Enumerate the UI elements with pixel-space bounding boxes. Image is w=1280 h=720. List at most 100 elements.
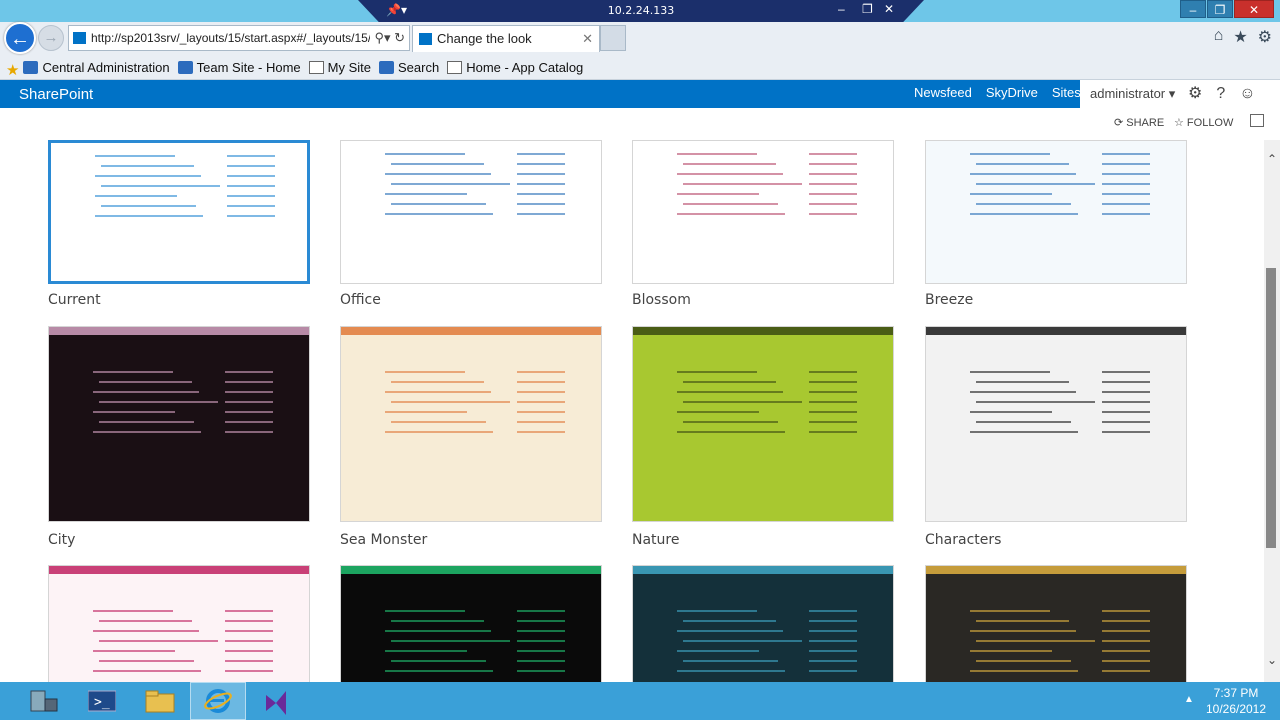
user-menu[interactable]: administrator ▾ ⚙ ? ☺ bbox=[1080, 80, 1280, 108]
fav-team-site[interactable]: Team Site - Home bbox=[177, 59, 301, 75]
thumbnail-line bbox=[385, 371, 465, 373]
thumbnail-line bbox=[677, 610, 757, 612]
thumbnail-line bbox=[970, 650, 1052, 652]
share-button[interactable]: ⟳ SHARE bbox=[1114, 116, 1164, 129]
link-newsfeed[interactable]: Newsfeed bbox=[914, 85, 972, 100]
theme-name[interactable]: Sea Monster bbox=[340, 532, 427, 548]
thumbnail-line bbox=[809, 650, 857, 652]
thumbnail-line bbox=[809, 431, 857, 433]
link-skydrive[interactable]: SkyDrive bbox=[986, 85, 1038, 100]
fav-label: Team Site - Home bbox=[196, 59, 301, 75]
home-icon[interactable]: ⌂ bbox=[1214, 27, 1224, 47]
theme-thumbnail[interactable] bbox=[48, 326, 310, 522]
close-button[interactable]: ✕ bbox=[1234, 0, 1274, 18]
theme-thumbnail[interactable] bbox=[340, 326, 602, 522]
settings-gear-icon[interactable]: ⚙ bbox=[1258, 27, 1272, 47]
tray-overflow-icon[interactable]: ▲ bbox=[1184, 694, 1194, 705]
theme-thumbnail[interactable] bbox=[48, 565, 310, 682]
rdp-close-icon[interactable]: ✕ bbox=[884, 2, 894, 16]
minimize-button[interactable]: ‒ bbox=[1180, 0, 1206, 18]
thumbnail-line bbox=[385, 193, 467, 195]
thumbnail-line bbox=[677, 630, 783, 632]
thumbnail-line bbox=[385, 431, 493, 433]
theme-thumbnail[interactable] bbox=[925, 565, 1187, 682]
thumbnail-line bbox=[517, 193, 565, 195]
rdp-restore-icon[interactable]: ❐ bbox=[862, 2, 873, 16]
focus-on-content-icon[interactable] bbox=[1250, 114, 1264, 127]
thumbnail-line bbox=[1102, 381, 1150, 383]
theme-thumbnail[interactable] bbox=[925, 326, 1187, 522]
clock[interactable]: 7:37 PM 10/26/2012 bbox=[1196, 685, 1276, 717]
thumbnail-line bbox=[385, 213, 493, 215]
back-button[interactable]: ← bbox=[4, 22, 36, 54]
follow-button[interactable]: ☆ FOLLOW bbox=[1174, 116, 1233, 129]
fav-search[interactable]: Search bbox=[379, 60, 439, 75]
favorites-star-icon[interactable]: ★ bbox=[1233, 27, 1247, 47]
fav-central-admin[interactable]: Central Administration bbox=[23, 60, 170, 75]
link-sites[interactable]: Sites bbox=[1052, 85, 1081, 100]
powershell-icon[interactable]: >_ bbox=[74, 682, 130, 720]
address-bar[interactable]: http://sp2013srv/_layouts/15/start.aspx#… bbox=[68, 25, 410, 51]
thumbnail-line bbox=[809, 163, 857, 165]
sharepoint-suite-bar: SharePoint Newsfeed SkyDrive Sites admin… bbox=[0, 80, 1280, 108]
theme-thumbnail[interactable] bbox=[632, 326, 894, 522]
thumbnail-line bbox=[809, 371, 857, 373]
theme-name[interactable]: Nature bbox=[632, 532, 679, 548]
theme-name[interactable]: Current bbox=[48, 292, 101, 308]
thumbnail-line bbox=[517, 153, 565, 155]
server-manager-icon[interactable] bbox=[16, 682, 72, 720]
thumbnail-line bbox=[809, 391, 857, 393]
favorites-icon[interactable]: ★ bbox=[6, 61, 19, 79]
maximize-button[interactable]: ❐ bbox=[1207, 0, 1233, 18]
clock-time: 7:37 PM bbox=[1213, 686, 1259, 700]
thumbnail-line bbox=[93, 371, 173, 373]
thumbnail-line bbox=[1102, 193, 1150, 195]
scroll-up-icon[interactable]: ⌃ bbox=[1264, 152, 1280, 166]
smiley-icon[interactable]: ☺ bbox=[1239, 80, 1255, 108]
thumbnail-line bbox=[385, 650, 467, 652]
fav-app-catalog[interactable]: Home - App Catalog bbox=[447, 60, 583, 75]
close-tab-icon[interactable]: ✕ bbox=[582, 26, 593, 52]
thumbnail-line bbox=[391, 640, 510, 642]
visual-studio-icon[interactable] bbox=[248, 682, 304, 720]
forward-button[interactable]: → bbox=[38, 25, 64, 51]
thumbnail-line bbox=[517, 650, 565, 652]
thumbnail-line bbox=[385, 610, 465, 612]
thumbnail-line bbox=[391, 421, 486, 423]
thumbnail-line bbox=[970, 371, 1050, 373]
scroll-down-icon[interactable]: ⌄ bbox=[1264, 653, 1280, 667]
thumbnail-line bbox=[1102, 401, 1150, 403]
internet-explorer-icon[interactable] bbox=[190, 682, 246, 720]
scroll-thumb[interactable] bbox=[1266, 268, 1276, 548]
rdp-minimize-icon[interactable]: ‒ bbox=[838, 2, 845, 16]
thumbnail-line bbox=[809, 213, 857, 215]
search-refresh-icon[interactable]: ⚲▾ ↻ bbox=[370, 26, 405, 50]
theme-name[interactable]: City bbox=[48, 532, 75, 548]
theme-thumbnail[interactable] bbox=[632, 140, 894, 284]
theme-name[interactable]: Characters bbox=[925, 532, 1001, 548]
theme-name[interactable]: Breeze bbox=[925, 292, 973, 308]
theme-name[interactable]: Blossom bbox=[632, 292, 691, 308]
theme-name[interactable]: Office bbox=[340, 292, 381, 308]
file-explorer-icon[interactable] bbox=[132, 682, 188, 720]
theme-thumbnail[interactable] bbox=[632, 565, 894, 682]
thumbnail-line bbox=[809, 173, 857, 175]
theme-thumbnail[interactable] bbox=[925, 140, 1187, 284]
suite-icons: ⚙ ? ☺ bbox=[1188, 80, 1256, 108]
theme-thumbnail[interactable] bbox=[48, 140, 310, 284]
help-icon[interactable]: ? bbox=[1216, 80, 1225, 108]
thumbnail-line bbox=[225, 670, 273, 672]
settings-gear-icon[interactable]: ⚙ bbox=[1188, 80, 1202, 108]
thumbnail-line bbox=[976, 183, 1095, 185]
thumbnail-line bbox=[517, 411, 565, 413]
sharepoint-brand[interactable]: SharePoint bbox=[19, 86, 93, 103]
theme-thumbnail[interactable] bbox=[340, 140, 602, 284]
thumbnail-line bbox=[677, 431, 785, 433]
new-tab-button[interactable] bbox=[600, 25, 626, 51]
tab-change-the-look[interactable]: Change the look ✕ bbox=[412, 25, 600, 52]
thumbnail-line bbox=[677, 670, 785, 672]
theme-thumbnail[interactable] bbox=[340, 565, 602, 682]
thumbnail-line bbox=[517, 391, 565, 393]
thumbnail-line bbox=[677, 213, 785, 215]
fav-my-site[interactable]: My Site bbox=[308, 60, 371, 75]
